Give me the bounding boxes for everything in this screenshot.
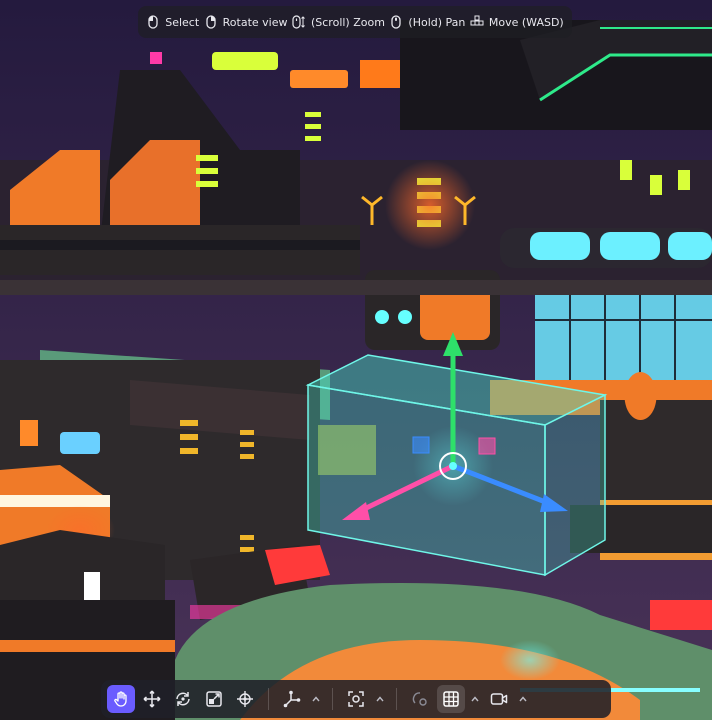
chevron-up-icon xyxy=(312,696,320,702)
transform-icon xyxy=(237,691,253,707)
hint-label: (Scroll) Zoom xyxy=(310,15,385,29)
grid-icon xyxy=(443,691,459,707)
toolbar-separator xyxy=(332,688,333,710)
camera-options-dropdown[interactable] xyxy=(516,685,530,713)
wasd-keys-icon xyxy=(470,15,484,26)
hint-label: (Hold) Pan xyxy=(408,15,466,29)
hint-select: Select xyxy=(146,15,199,29)
grid-toggle-button[interactable] xyxy=(437,685,465,713)
hint-label: Move (WASD) xyxy=(488,15,564,29)
move-tool-button[interactable] xyxy=(138,685,166,713)
scale-icon xyxy=(206,691,222,707)
hand-tool-button[interactable] xyxy=(107,685,135,713)
rotate-icon xyxy=(176,692,190,706)
grid-options-dropdown[interactable] xyxy=(468,685,482,713)
mouse-left-icon xyxy=(148,15,158,29)
bottom-toolbar xyxy=(101,680,611,718)
snap-target-icon xyxy=(348,691,364,707)
hint-move: Move (WASD) xyxy=(470,15,564,29)
pivot-tool-button[interactable] xyxy=(278,685,306,713)
rotate-tool-button[interactable] xyxy=(169,685,197,713)
chevron-up-icon xyxy=(376,696,384,702)
toolbar-separator xyxy=(268,688,269,710)
chevron-up-icon xyxy=(471,696,479,702)
orbit-icon xyxy=(412,692,427,706)
hint-rotate-view: Rotate view xyxy=(204,15,288,29)
hand-icon xyxy=(114,691,127,707)
move-arrows-icon xyxy=(143,690,161,708)
viewport-3d[interactable] xyxy=(0,0,712,720)
hint-label: Rotate view xyxy=(222,15,288,29)
video-camera-icon xyxy=(490,693,508,705)
camera-view-button[interactable] xyxy=(485,685,513,713)
hint-pan: (Hold) Pan xyxy=(389,15,465,29)
hint-label: Select xyxy=(165,15,200,29)
pivot-axes-icon xyxy=(283,690,301,708)
orbit-camera-button[interactable] xyxy=(406,685,434,713)
controls-hint-bar: Select Rotate view (Scroll) Zoom (Hold) … xyxy=(138,6,572,38)
snap-options-dropdown[interactable] xyxy=(373,685,387,713)
mouse-scroll-icon xyxy=(292,15,305,29)
scale-tool-button[interactable] xyxy=(200,685,228,713)
hint-zoom: (Scroll) Zoom xyxy=(292,15,385,29)
toolbar-separator xyxy=(396,688,397,710)
mouse-right-icon xyxy=(206,15,216,29)
transform-tool-button[interactable] xyxy=(231,685,259,713)
chevron-up-icon xyxy=(519,696,527,702)
mouse-middle-icon xyxy=(391,15,402,29)
pivot-options-dropdown[interactable] xyxy=(309,685,323,713)
snap-tool-button[interactable] xyxy=(342,685,370,713)
